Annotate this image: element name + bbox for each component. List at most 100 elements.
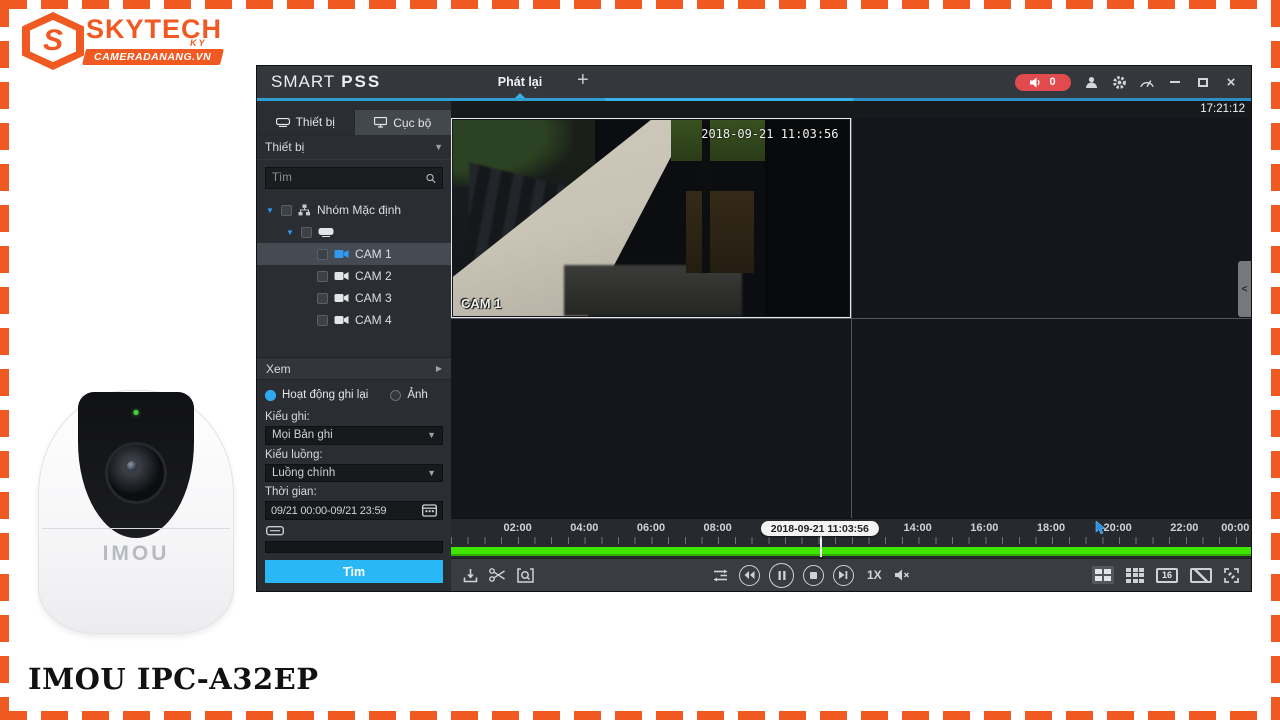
search-input[interactable] (272, 172, 426, 184)
layout-9-button[interactable] (1126, 568, 1144, 583)
layout-16-button[interactable]: 16 (1156, 568, 1178, 583)
pause-button[interactable] (769, 563, 794, 588)
frame-border-right (1271, 0, 1280, 720)
settings-button[interactable] (1111, 74, 1127, 90)
device-filter-row[interactable] (266, 526, 443, 537)
dashboard-button[interactable] (1139, 74, 1155, 90)
tree-row-cam1[interactable]: CAM 1 (257, 243, 451, 265)
alarm-button[interactable]: 0 (1015, 74, 1071, 91)
chevron-down-icon: ▼ (427, 468, 436, 478)
sidebar-tab-device[interactable]: Thiết bị (257, 110, 354, 135)
minimize-button[interactable] (1167, 74, 1183, 90)
timeline-tick-label: 08:00 (704, 522, 732, 534)
result-progress-bar (265, 541, 443, 553)
timeline-recording-bar[interactable] (451, 547, 1251, 556)
sidebar-tab-local[interactable]: Cục bộ (354, 110, 452, 135)
product-name: IMOU IPC-A32EP (28, 662, 319, 696)
rewind-button[interactable] (739, 565, 760, 586)
group-tree-icon (298, 204, 311, 216)
video-cell-2[interactable] (852, 118, 1252, 318)
tree-camera-label: CAM 1 (355, 247, 392, 261)
video-grid: 2018-09-21 11:03:56 CAM 1 (451, 118, 1251, 518)
playback-timeline[interactable]: 02:00 04:00 06:00 08:00 14:00 16:00 18:0… (451, 518, 1251, 558)
radio-picture[interactable] (390, 390, 401, 401)
maximize-icon (1198, 78, 1208, 87)
minimize-icon (1170, 81, 1180, 83)
tree-camera-label: CAM 3 (355, 291, 392, 305)
close-button[interactable]: × (1223, 74, 1239, 90)
video-cell-4[interactable] (852, 319, 1252, 518)
checkbox-cam3[interactable] (317, 293, 328, 304)
chevron-down-icon: ▼ (434, 142, 443, 152)
mute-button[interactable] (895, 569, 910, 581)
checkbox-cam2[interactable] (317, 271, 328, 282)
app-title-smart: SMART (271, 72, 335, 91)
checkbox-device[interactable] (301, 227, 312, 238)
device-type-dropdown[interactable]: Thiết bị ▼ (257, 135, 451, 160)
user-icon (1085, 76, 1098, 89)
calendar-icon[interactable] (422, 504, 437, 517)
video-cell-3[interactable] (451, 319, 851, 518)
camera-icon (334, 293, 349, 303)
radio-record-activity[interactable] (265, 390, 276, 401)
checkbox-group[interactable] (281, 205, 292, 216)
layout-4-button[interactable] (1092, 566, 1114, 584)
fullscreen-button[interactable] (1224, 568, 1239, 583)
playback-speed[interactable]: 1X (867, 568, 882, 582)
panel-collapse-handle[interactable]: < (1238, 261, 1251, 317)
timeline-tick-label: 18:00 (1037, 522, 1065, 534)
clip-scissors-button[interactable] (489, 568, 506, 582)
maximize-button[interactable] (1195, 74, 1211, 90)
tree-row-device[interactable]: ▼ (257, 221, 451, 243)
stop-button[interactable] (803, 565, 824, 586)
tree-row-cam4[interactable]: CAM 4 (257, 309, 451, 331)
speaker-icon (1030, 77, 1041, 88)
app-title-pss: PSS (341, 72, 381, 91)
sync-playback-button[interactable] (713, 569, 728, 582)
add-tab-button[interactable]: + (577, 69, 589, 92)
scene-crate (686, 191, 753, 273)
smart-search-button[interactable] (517, 568, 534, 583)
tree-row-cam2[interactable]: CAM 2 (257, 265, 451, 287)
tab-playback[interactable]: Phát lại (475, 75, 565, 89)
user-button[interactable] (1083, 74, 1099, 90)
device-icon (276, 118, 290, 127)
checkbox-cam1[interactable] (317, 249, 328, 260)
dvr-device-icon (318, 227, 334, 237)
logo-sub-text: KY (190, 38, 207, 48)
stream-type-value: Luồng chính (272, 467, 335, 479)
tree-camera-label: CAM 4 (355, 313, 392, 327)
video-cell-1[interactable]: 2018-09-21 11:03:56 CAM 1 (451, 118, 851, 318)
record-type-select[interactable]: Mọi Bản ghi ▼ (265, 426, 443, 445)
dvr-device-icon (266, 526, 284, 537)
timeline-tick-label: 14:00 (904, 522, 932, 534)
gauge-icon (1139, 76, 1155, 89)
fullscreen-icon (1224, 568, 1239, 583)
timeline-tick-label: 20:00 (1104, 522, 1132, 534)
tree-row-cam3[interactable]: CAM 3 (257, 287, 451, 309)
expand-triangle-icon[interactable]: ▼ (265, 206, 275, 215)
scene-dark-wall (765, 120, 848, 316)
timeline-tooltip: 2018-09-21 11:03:56 (761, 521, 879, 536)
custom-layout-button[interactable] (1190, 568, 1212, 583)
expand-triangle-icon[interactable]: ▼ (285, 228, 295, 237)
speaker-muted-icon (895, 569, 910, 581)
view-section-header[interactable]: Xem ▶ (257, 357, 451, 380)
stream-type-select[interactable]: Luồng chính ▼ (265, 464, 443, 483)
time-range-label: Thời gian: (265, 486, 443, 498)
skytech-logo: S SKYTECH KY CAMERADANANG.VN (22, 12, 222, 70)
view-section-label: Xem (266, 362, 291, 376)
device-type-dropdown-value: Thiết bị (265, 140, 304, 154)
radio-record-activity-label: Hoạt động ghi lại (282, 389, 368, 401)
next-frame-button[interactable] (833, 565, 854, 586)
page: S SKYTECH KY CAMERADANANG.VN IMOU IMOU I… (0, 0, 1280, 720)
rewind-icon (744, 571, 755, 579)
search-icon[interactable] (426, 172, 436, 185)
tree-row-group[interactable]: ▼ Nhóm Mặc định (257, 199, 451, 221)
time-range-input[interactable]: 09/21 00:00-09/21 23:59 (265, 501, 443, 520)
download-button[interactable] (463, 568, 478, 583)
checkbox-cam4[interactable] (317, 315, 328, 326)
step-forward-icon (839, 571, 848, 579)
search-button[interactable]: Tìm (265, 560, 443, 583)
video-stream: 2018-09-21 11:03:56 CAM 1 (453, 120, 849, 316)
